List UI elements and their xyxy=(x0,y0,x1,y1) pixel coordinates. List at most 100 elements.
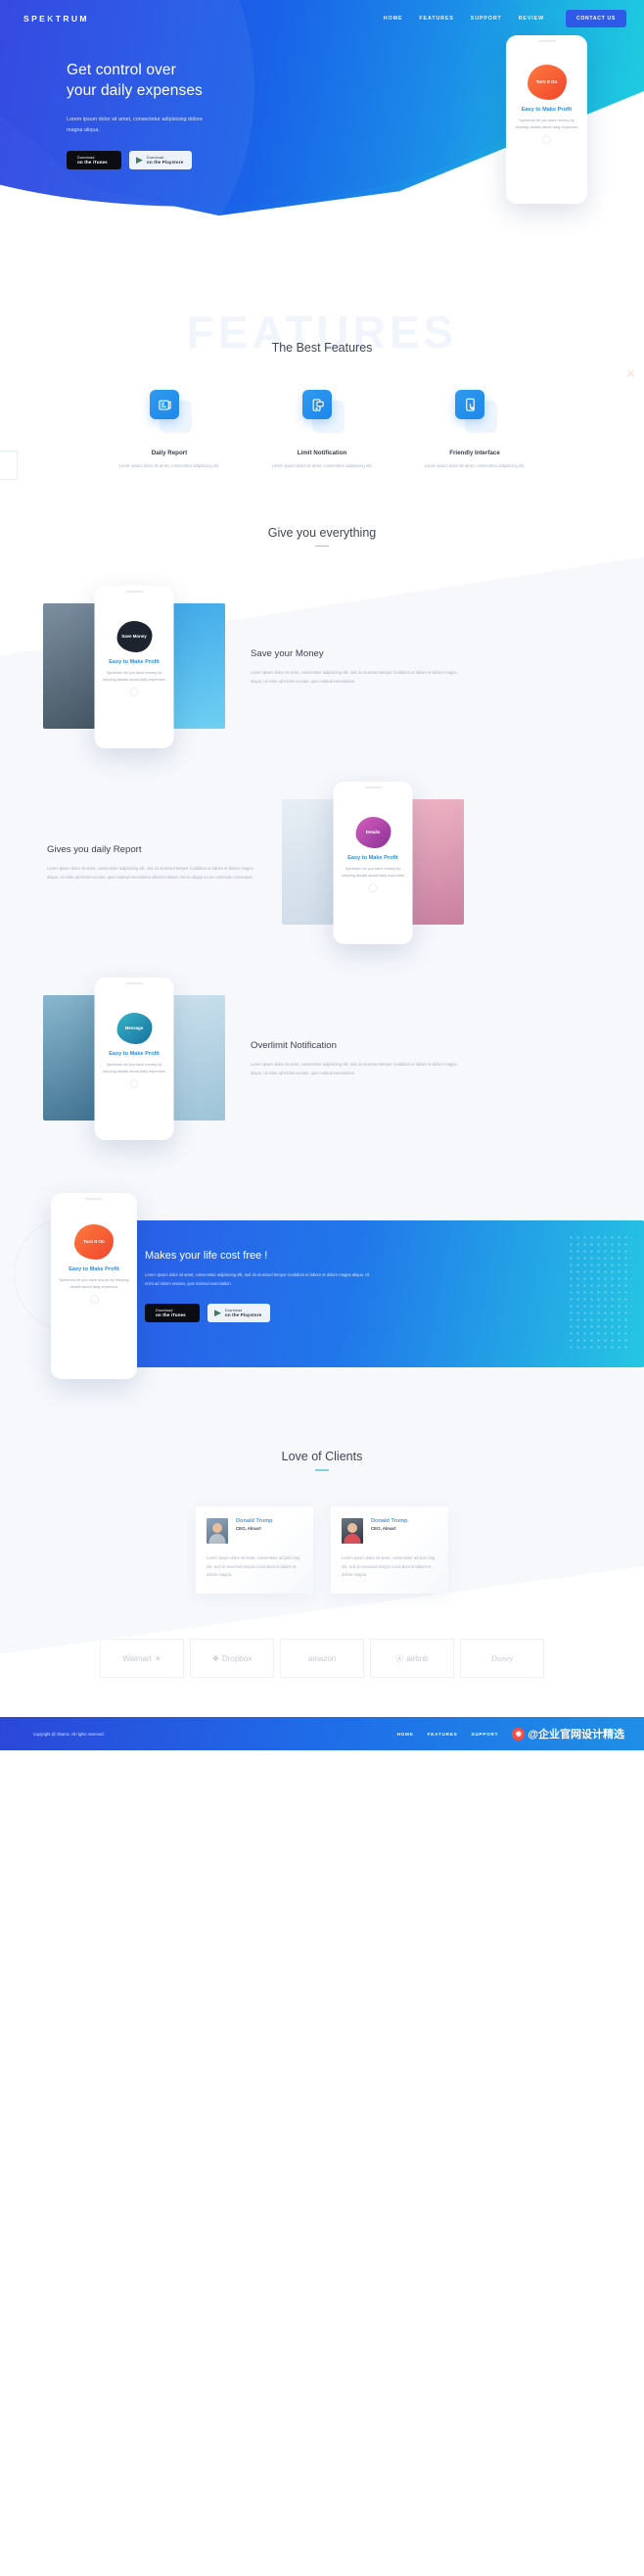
cta-dot-pattern xyxy=(568,1234,632,1351)
contact-us-button[interactable]: CONTACT US xyxy=(565,10,626,27)
phone-title: Easy to Make Profit xyxy=(347,854,398,861)
feature-card-friendly-interface[interactable]: Friendly Interface Lorem ipsum dolor sit… xyxy=(420,390,529,471)
weibo-watermark-label: @企业官网设计精选 xyxy=(528,1729,624,1741)
row-heading: Gives you daily Report xyxy=(47,844,142,856)
brand-logo-part1: SPE xyxy=(23,14,48,24)
row-heading: Save your Money xyxy=(251,648,324,660)
logo-walmart: Walmart ✳ xyxy=(100,1639,184,1679)
hero-phone-body: Spektrum let you save money by keeping d… xyxy=(515,117,578,130)
footer-link-support[interactable]: SUPPORT xyxy=(471,1732,498,1737)
testimonial-body: Lorem ipsum dolor sit amet, consectetur … xyxy=(207,1554,300,1578)
hero-blob-label: Turn It On xyxy=(535,79,558,85)
clients-title: Love of Clients xyxy=(281,1450,363,1464)
footer-link-home[interactable]: HOME xyxy=(397,1732,414,1737)
cta-phone-body: Spektrum let you save money by keeping d… xyxy=(59,1276,129,1290)
logo-disney: Disney xyxy=(460,1639,544,1679)
text-column-overlimit: Overlimit Notification Lorem ipsum dolor… xyxy=(251,1040,460,1077)
hero-phone-mockup: Turn It On Easy to Make Profit Spektrum … xyxy=(506,35,587,204)
play-store-icon: ▶ xyxy=(214,1308,221,1318)
footer: Copyright @ Shams. All rights reserved. … xyxy=(0,1717,644,1751)
phone-mockup-daily-report: Details Easy to Make Profit Spektrum let… xyxy=(333,782,413,945)
nav-item-support[interactable]: SUPPORT xyxy=(471,16,502,22)
cta-phone-title: Easy to Make Profit xyxy=(69,1265,119,1272)
feature-body: Lorem ipsum dolor sit amet, consectetur … xyxy=(424,463,526,468)
everything-title: Give you everything xyxy=(267,525,377,540)
cta-download-playstore-button[interactable]: ▶ Download on the Playstore xyxy=(207,1304,271,1323)
everything-row-save-money: Save Money Easy to Make Profit Spektrum … xyxy=(0,586,644,749)
brand-logo-part3: TRUM xyxy=(55,14,89,24)
brand-logo[interactable]: SPEKTRUM xyxy=(23,14,89,24)
download-itunes-button[interactable]: Download on the iTunes xyxy=(67,151,121,170)
logo-dropbox: ❖ Dropbox xyxy=(190,1639,274,1679)
hero-phone-title: Easy to Make Profit xyxy=(521,106,573,113)
hero-subtitle: Lorem ipsum dolor sit amet, consectetur … xyxy=(67,116,204,133)
logo-amazon: amazon xyxy=(280,1639,364,1679)
avatar xyxy=(207,1517,228,1544)
phone-mockup-save-money: Save Money Easy to Make Profit Spektrum … xyxy=(94,586,174,749)
text-column-daily-report: Gives you daily Report Lorem ipsum dolor… xyxy=(47,844,256,882)
cta-section: Makes your life cost free ! Lorem ipsum … xyxy=(0,1193,644,1399)
row-body: Lorem ipsum dolor sit amet, consectetur … xyxy=(251,1062,457,1076)
notification-phone-icon xyxy=(302,390,332,419)
phone-blob-label: Save Money xyxy=(121,634,147,640)
feature-card-daily-report[interactable]: Daily Report Lorem ipsum dolor sit amet,… xyxy=(115,390,224,471)
newspaper-report-icon xyxy=(150,390,179,419)
footer-link-features[interactable]: FEATURES xyxy=(428,1732,458,1737)
clients-underline xyxy=(315,1469,329,1471)
phone-title: Easy to Make Profit xyxy=(109,1050,160,1057)
phone-body: Spektrum let you save money by keeping d… xyxy=(342,865,404,879)
touch-phone-icon xyxy=(455,390,484,419)
phone-home-button xyxy=(129,1079,139,1089)
row-body: Lorem ipsum dolor sit amet, consectetur … xyxy=(251,670,457,685)
feature-title: Friendly Interface xyxy=(449,450,500,456)
feature-card-limit-notification[interactable]: Limit Notification Lorem ipsum dolor sit… xyxy=(267,390,377,471)
airbnb-icon: Ⓐ xyxy=(395,1653,404,1663)
phone-blob-label: Message xyxy=(124,1026,144,1031)
download-playstore-button[interactable]: ▶ Download on the Playstore xyxy=(129,151,193,170)
logo-airbnb: Ⓐ airbnb xyxy=(370,1639,454,1679)
cta-itunes-bottom-label: on the iTunes xyxy=(156,1312,186,1318)
cta-store-buttons: Download on the iTunes ▶ Download on the… xyxy=(145,1304,372,1323)
nav-item-home[interactable]: HOME xyxy=(384,16,403,22)
logo-amazon-label: amazon xyxy=(307,1653,337,1663)
logo-disney-label: Disney xyxy=(490,1653,514,1663)
phone-home-button xyxy=(89,1295,99,1305)
avatar xyxy=(342,1517,363,1544)
cta-title: Makes your life cost free ! xyxy=(145,1250,268,1263)
phone-body: Spektrum let you save money by keeping d… xyxy=(103,669,165,683)
footer-nav: HOME FEATURES SUPPORT ◉ @企业官网设计精选 xyxy=(397,1726,624,1741)
everything-underline xyxy=(315,545,329,548)
mock-group: Save Money Easy to Make Profit Spektrum … xyxy=(43,586,225,749)
mock-group: Message Easy to Make Profit Spektrum let… xyxy=(43,978,225,1141)
feature-body: Lorem ipsum dolor sit amet, consectetur … xyxy=(271,463,373,468)
playstore-bottom-label: on the Playstore xyxy=(146,160,184,166)
weibo-watermark: ◉ @企业官网设计精选 xyxy=(512,1726,624,1741)
everything-row-daily-report: Gives you daily Report Lorem ipsum dolor… xyxy=(0,782,644,945)
nav-item-review[interactable]: REVIEW xyxy=(519,16,544,22)
feature-title: Daily Report xyxy=(151,450,188,456)
phone-home-button xyxy=(542,134,551,144)
feature-title: Limit Notification xyxy=(297,450,347,456)
phone-title: Easy to Make Profit xyxy=(109,658,160,665)
everything-row-overlimit: Message Easy to Make Profit Spektrum let… xyxy=(0,978,644,1141)
landing-page: SPEKTRUM HOME FEATURES SUPPORT REVIEW CO… xyxy=(0,0,644,1751)
testimonial-cards: Donald Trump CEO, Almart Lorem ipsum dol… xyxy=(0,1505,644,1595)
hero-title-line2: your daily expenses xyxy=(67,81,203,99)
testimonial-card[interactable]: Donald Trump CEO, Almart Lorem ipsum dol… xyxy=(331,1505,448,1595)
top-navigation: SPEKTRUM HOME FEATURES SUPPORT REVIEW CO… xyxy=(0,0,644,27)
features-section: FEATURES ✕ The Best Features Daily Repor… xyxy=(0,304,644,497)
hero-blob: Turn It On xyxy=(527,64,567,100)
walmart-spark-icon: ✳ xyxy=(154,1653,161,1663)
brand-logo-part2: K xyxy=(47,14,56,24)
testimonial-card[interactable]: Donald Trump CEO, Almart Lorem ipsum dol… xyxy=(196,1505,313,1595)
text-column-save-money: Save your Money Lorem ipsum dolor sit am… xyxy=(251,648,460,686)
cta-body: Lorem ipsum dolor sit amet, consectetur … xyxy=(145,1272,370,1286)
cta-download-itunes-button[interactable]: Download on the iTunes xyxy=(145,1304,200,1323)
nav-item-features[interactable]: FEATURES xyxy=(419,16,453,22)
cta-playstore-bottom-label: on the Playstore xyxy=(224,1312,262,1318)
phone-mockup-overlimit: Message Easy to Make Profit Spektrum let… xyxy=(94,978,174,1141)
row-heading: Overlimit Notification xyxy=(251,1040,337,1052)
phone-blob: Save Money xyxy=(116,620,152,652)
phone-home-button xyxy=(129,688,139,697)
dropbox-icon: ❖ xyxy=(211,1653,219,1663)
